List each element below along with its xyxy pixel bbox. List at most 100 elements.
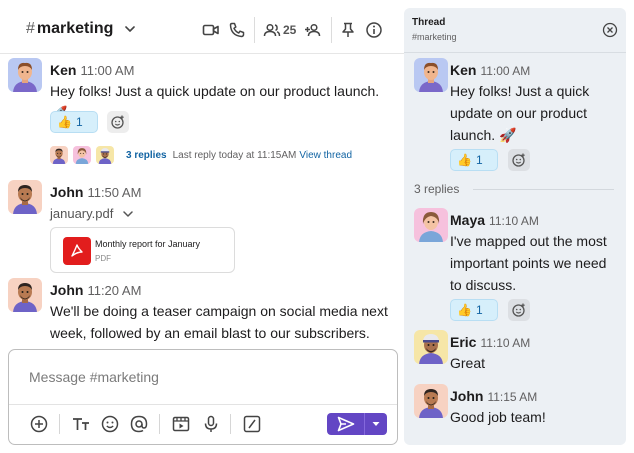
avatar: [96, 146, 114, 164]
header-divider: [254, 17, 255, 43]
message-author[interactable]: Ken 11:00 AM: [50, 62, 134, 78]
thread-channel[interactable]: #marketing: [412, 32, 457, 42]
members-icon[interactable]: [263, 21, 281, 39]
chevron-down-icon: [372, 422, 380, 426]
reaction-emoji: 👍: [457, 303, 472, 317]
reaction-emoji: 👍: [57, 115, 72, 129]
add-reaction-icon: [512, 303, 525, 317]
avatar: [50, 146, 68, 164]
pdf-icon: [63, 237, 91, 265]
reaction-count: 1: [75, 115, 83, 129]
text-format-icon[interactable]: [71, 414, 91, 434]
mic-icon[interactable]: [201, 414, 221, 434]
send-options-button[interactable]: [365, 413, 387, 435]
message-author[interactable]: John 11:50 AM: [50, 184, 141, 200]
reaction-count: 1: [475, 153, 483, 167]
channel-view: # marketing 25 Ken 11:00 AM Hey folks! Ju…: [0, 0, 404, 453]
send-icon: [337, 416, 354, 432]
author-name[interactable]: Ken: [450, 62, 476, 78]
author-name[interactable]: John: [50, 282, 83, 298]
header-divider: [331, 17, 332, 43]
send-button[interactable]: [327, 413, 365, 435]
message-time: 11:00 AM: [80, 63, 135, 78]
info-icon[interactable]: [365, 21, 383, 39]
reaction-emoji: 👍: [457, 153, 472, 167]
divider: [404, 52, 626, 53]
channel-header: # marketing 25: [0, 0, 404, 54]
message-composer: [8, 349, 398, 445]
avatar[interactable]: [8, 180, 42, 214]
message-author[interactable]: John 11:20 AM: [50, 282, 141, 298]
reaction-thumbs-up[interactable]: 👍 1: [450, 299, 498, 321]
chevron-down-icon: [125, 26, 136, 32]
avatar[interactable]: [8, 58, 42, 92]
emoji-icon[interactable]: [100, 414, 120, 434]
avatar: [73, 146, 91, 164]
message-time: 11:00 AM: [480, 64, 531, 78]
mention-icon[interactable]: [129, 414, 149, 434]
send-button-group: [327, 413, 387, 435]
message-text: I've mapped out the most important point…: [450, 233, 607, 293]
file-title: Monthly report for January: [95, 239, 201, 249]
avatar[interactable]: [8, 278, 42, 312]
pin-icon[interactable]: [339, 21, 357, 39]
file-attachment[interactable]: Monthly report for January PDF: [50, 227, 235, 273]
toolbar-divider: [230, 414, 231, 434]
replies-count: 3 replies: [414, 182, 460, 196]
chevron-down-icon: [123, 210, 134, 217]
reaction-thumbs-up[interactable]: 👍 1: [450, 149, 498, 171]
author-name[interactable]: John: [50, 184, 83, 200]
thread-title: Thread: [412, 17, 446, 28]
slash-command-icon[interactable]: [242, 414, 262, 434]
replies-link[interactable]: 3 replies: [126, 150, 167, 161]
avatar[interactable]: [414, 208, 448, 242]
toolbar-divider: [159, 414, 160, 434]
view-thread-link[interactable]: View thread: [299, 150, 352, 161]
channel-name: marketing: [36, 20, 114, 37]
message-time: 11:15 AM: [487, 390, 538, 404]
video-icon[interactable]: [202, 21, 220, 39]
message-text: Hey folks! Just a quick update on our pr…: [50, 83, 380, 121]
replies-divider: 3 replies: [414, 182, 614, 196]
reaction-count: 1: [475, 303, 483, 317]
phone-icon[interactable]: [228, 21, 246, 39]
toolbar-divider: [59, 414, 60, 434]
member-count[interactable]: 25: [283, 23, 296, 37]
add-reaction-button[interactable]: [508, 299, 530, 321]
author-name[interactable]: Maya: [450, 212, 485, 228]
channel-name-button[interactable]: # marketing: [26, 20, 137, 38]
message-text: Great: [450, 355, 486, 371]
message-text: Good job team!: [450, 409, 546, 425]
message-time: 11:20 AM: [87, 283, 142, 298]
reaction-thumbs-up[interactable]: 👍 1: [50, 111, 98, 133]
message-input[interactable]: [9, 350, 397, 405]
add-reaction-button[interactable]: [107, 111, 129, 133]
message-text: Hey folks! Just a quick update on our pr…: [450, 83, 590, 143]
thread-panel: Thread #marketing Ken 11:00 AM Hey folks!…: [404, 8, 626, 445]
file-name-toggle[interactable]: january.pdf: [50, 206, 135, 221]
message-author[interactable]: Ken 11:00 AM: [450, 62, 530, 78]
message-text: We'll be doing a teaser campaign on soci…: [50, 303, 388, 341]
add-member-icon[interactable]: [304, 21, 322, 39]
channel-hash: #: [26, 20, 35, 37]
message-author[interactable]: Maya 11:10 AM: [450, 212, 539, 228]
author-name[interactable]: Ken: [50, 62, 76, 78]
last-reply-text: Last reply today at 11:15AM: [172, 149, 297, 161]
message-time: 11:10 AM: [480, 336, 531, 350]
message-time: 11:10 AM: [489, 214, 539, 228]
add-reaction-button[interactable]: [508, 149, 530, 171]
file-type: PDF: [95, 254, 111, 263]
author-name[interactable]: John: [450, 388, 483, 404]
plus-icon[interactable]: [29, 414, 49, 434]
file-name: january.pdf: [50, 206, 114, 221]
avatar[interactable]: [414, 58, 448, 92]
avatar[interactable]: [414, 330, 448, 364]
close-icon[interactable]: [602, 22, 618, 38]
author-name[interactable]: Eric: [450, 334, 476, 350]
add-reaction-icon: [111, 115, 124, 129]
message-author[interactable]: Eric 11:10 AM: [450, 334, 530, 350]
video-clip-icon[interactable]: [171, 414, 191, 434]
thread-summary[interactable]: 3 replies Last reply today at 11:15AM Vi…: [50, 145, 352, 165]
avatar[interactable]: [414, 384, 448, 418]
message-author[interactable]: John 11:15 AM: [450, 388, 537, 404]
